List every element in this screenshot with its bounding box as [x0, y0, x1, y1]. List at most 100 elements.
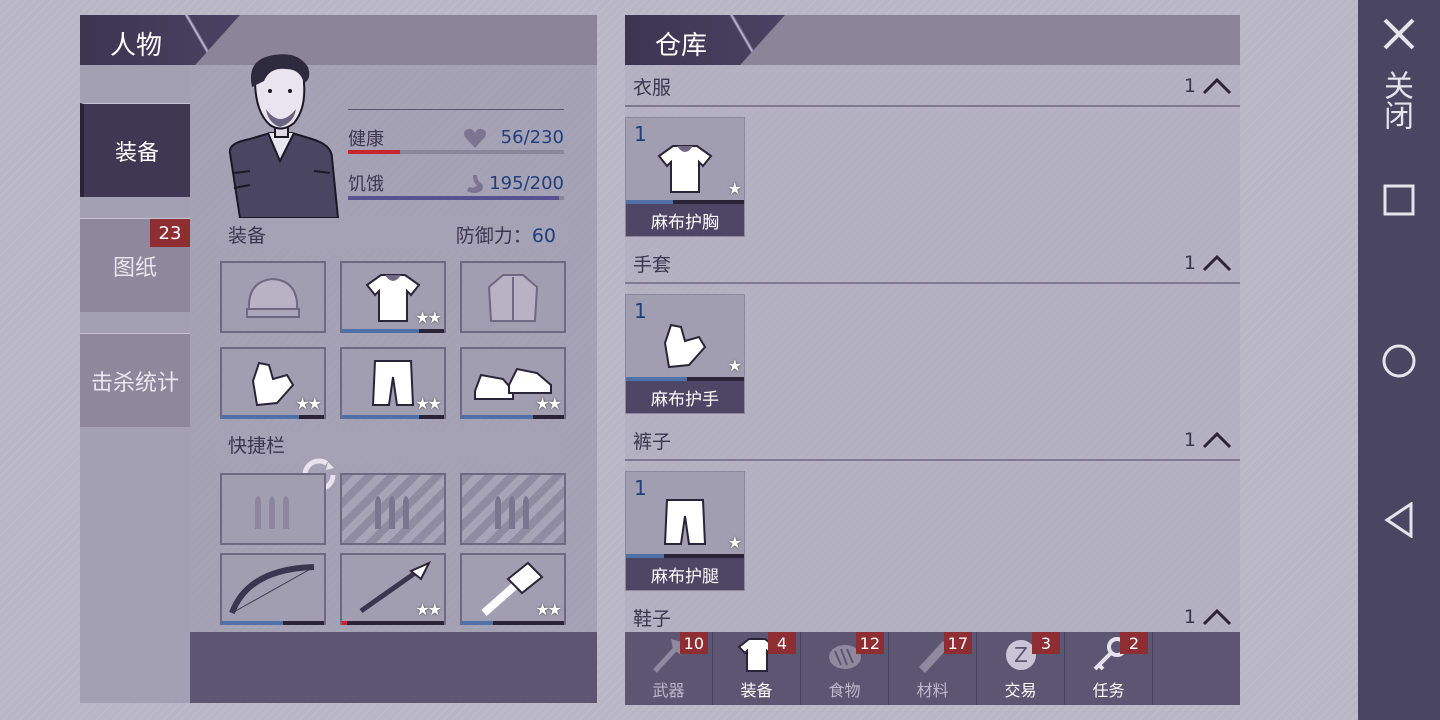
- bow-icon: [229, 564, 315, 615]
- tab-equipment-storage-label: 装备: [740, 681, 773, 700]
- category-pants-count: 1: [1184, 429, 1232, 451]
- chevron-up-icon[interactable]: [1202, 608, 1232, 626]
- storage-tab-bar: 10 武器 4 装备 12 食物 17 材料 3 Z 交易 2 任务: [625, 632, 1240, 705]
- tab-equipment[interactable]: 装备: [80, 103, 190, 197]
- category-pants-count-value: 1: [1183, 429, 1196, 451]
- equip-slot-hands[interactable]: ★★: [220, 347, 326, 419]
- tab-equipment-label: 装备: [114, 140, 159, 166]
- ammo-icon: [375, 496, 409, 529]
- gloves-icon: [663, 323, 707, 369]
- quick-slot-4[interactable]: [220, 553, 326, 625]
- back-button[interactable]: [1358, 502, 1440, 538]
- quickbar-header: 快捷栏: [220, 428, 562, 461]
- tab-food[interactable]: 12 食物: [801, 632, 889, 705]
- tab-quests-label: 任务: [1092, 681, 1125, 700]
- tab-materials[interactable]: 17 材料: [889, 632, 977, 705]
- ammo-icon: [495, 496, 529, 529]
- tab-blueprints[interactable]: 图纸 23: [80, 218, 190, 312]
- item-name: 麻布护腿: [626, 558, 744, 590]
- item-stars: ★: [727, 533, 742, 552]
- character-title: 人物: [80, 15, 240, 65]
- quick-slot-2-locked[interactable]: [340, 473, 446, 545]
- tab-quests-badge: 2: [1120, 632, 1148, 654]
- category-shoes-label: 鞋子: [633, 607, 672, 630]
- tab-kill-stats[interactable]: 击杀统计: [80, 333, 190, 427]
- home-button[interactable]: [1358, 343, 1440, 379]
- equip-slot-feet[interactable]: ★★: [460, 347, 566, 419]
- item-linen-pants[interactable]: 1 ★ 麻布护腿: [625, 471, 745, 591]
- category-gloves-header[interactable]: 手套 1: [625, 244, 1240, 284]
- quick-spear-stars: ★★: [415, 600, 442, 619]
- hunger-label: 饥饿: [348, 174, 384, 195]
- tab-weapons-badge: 10: [679, 632, 708, 654]
- square-icon: [1383, 184, 1415, 216]
- hunger-bar-fill: [348, 196, 559, 200]
- tab-equipment-storage[interactable]: 4 装备: [713, 632, 801, 705]
- tab-blueprints-label: 图纸: [112, 255, 157, 281]
- defense-label: 防御力：: [455, 225, 532, 247]
- character-side-tabs: 装备 图纸 23 击杀统计: [80, 65, 190, 703]
- quick-bow-durability: [222, 621, 324, 625]
- item-linen-gloves[interactable]: 1 ★ 麻布护手: [625, 294, 745, 414]
- equip-slot-outer[interactable]: [460, 261, 566, 333]
- stats-divider: [348, 109, 564, 110]
- tab-food-badge: 12: [855, 632, 884, 654]
- category-gloves-count: 1: [1184, 252, 1232, 274]
- defense-value: 60: [531, 225, 556, 247]
- health-label: 健康: [348, 129, 384, 150]
- item-name: 麻布护手: [626, 381, 744, 413]
- ammo-icon: [255, 496, 289, 529]
- system-nav-bar: 关闭: [1358, 0, 1440, 720]
- tab-food-label: 食物: [828, 681, 861, 700]
- hunger-value: 195/200: [489, 173, 564, 194]
- chevron-up-icon[interactable]: [1202, 254, 1232, 272]
- equip-slot-chest[interactable]: ★★: [340, 261, 446, 333]
- equip-chest-durability: [342, 329, 444, 333]
- quick-hammer-stars: ★★: [535, 600, 562, 619]
- category-clothes-count-value: 1: [1183, 75, 1196, 97]
- category-gloves-label: 手套: [633, 253, 672, 276]
- health-bar-fill: [348, 150, 401, 154]
- back-triangle-icon: [1384, 502, 1413, 538]
- hunger-bar: [348, 196, 564, 200]
- item-name: 麻布护胸: [626, 204, 744, 236]
- item-qty: 1: [634, 476, 647, 500]
- quick-slot-1[interactable]: [220, 473, 326, 545]
- tab-equipment-badge: 4: [768, 632, 796, 654]
- tab-materials-badge: 17: [943, 632, 972, 654]
- equip-slot-legs[interactable]: ★★: [340, 347, 446, 419]
- tab-weapons[interactable]: 10 武器: [625, 632, 713, 705]
- storage-title: 仓库: [625, 15, 785, 65]
- close-button[interactable]: [1358, 16, 1440, 52]
- equipment-header-label: 装备: [228, 225, 267, 247]
- equip-hands-durability: [222, 415, 324, 419]
- equip-legs-stars: ★★: [415, 394, 442, 413]
- gloves-icon: [251, 361, 295, 407]
- tab-quests[interactable]: 2 任务: [1065, 632, 1153, 705]
- item-stars: ★: [727, 356, 742, 375]
- category-shoes-header[interactable]: 鞋子 1: [625, 597, 1240, 637]
- equip-slot-head[interactable]: [220, 261, 326, 333]
- category-shoes-count-value: 1: [1183, 606, 1196, 628]
- character-footer: [190, 632, 597, 703]
- chevron-up-icon[interactable]: [1202, 77, 1232, 95]
- quick-slot-3-locked[interactable]: [460, 473, 566, 545]
- equip-legs-durability: [342, 415, 444, 419]
- chevron-up-icon[interactable]: [1202, 431, 1232, 449]
- quick-slot-5[interactable]: ★★: [340, 553, 446, 625]
- recents-button[interactable]: [1358, 184, 1440, 216]
- character-panel: 人物 装备 图纸 23 击杀统计 健康 56/230 饥饿 195/200 装备…: [80, 15, 597, 703]
- storage-panel: 仓库 衣服 1 1 ★ 麻布护胸 手套 1 1 ★ 麻布护手 裤子 1 1 ★ …: [625, 15, 1240, 705]
- circle-icon: [1382, 344, 1416, 378]
- item-qty: 1: [634, 122, 647, 146]
- tab-kill-stats-label: 击杀统计: [90, 370, 179, 396]
- category-pants-header[interactable]: 裤子 1: [625, 421, 1240, 461]
- quick-slot-6[interactable]: ★★: [460, 553, 566, 625]
- health-value: 56/230: [500, 127, 564, 148]
- category-clothes-header[interactable]: 衣服 1: [625, 67, 1240, 107]
- character-portrait: [220, 53, 342, 219]
- tab-materials-label: 材料: [916, 681, 949, 700]
- tab-trade[interactable]: 3 Z 交易: [977, 632, 1065, 705]
- item-linen-chest[interactable]: 1 ★ 麻布护胸: [625, 117, 745, 237]
- equip-feet-durability: [462, 415, 564, 419]
